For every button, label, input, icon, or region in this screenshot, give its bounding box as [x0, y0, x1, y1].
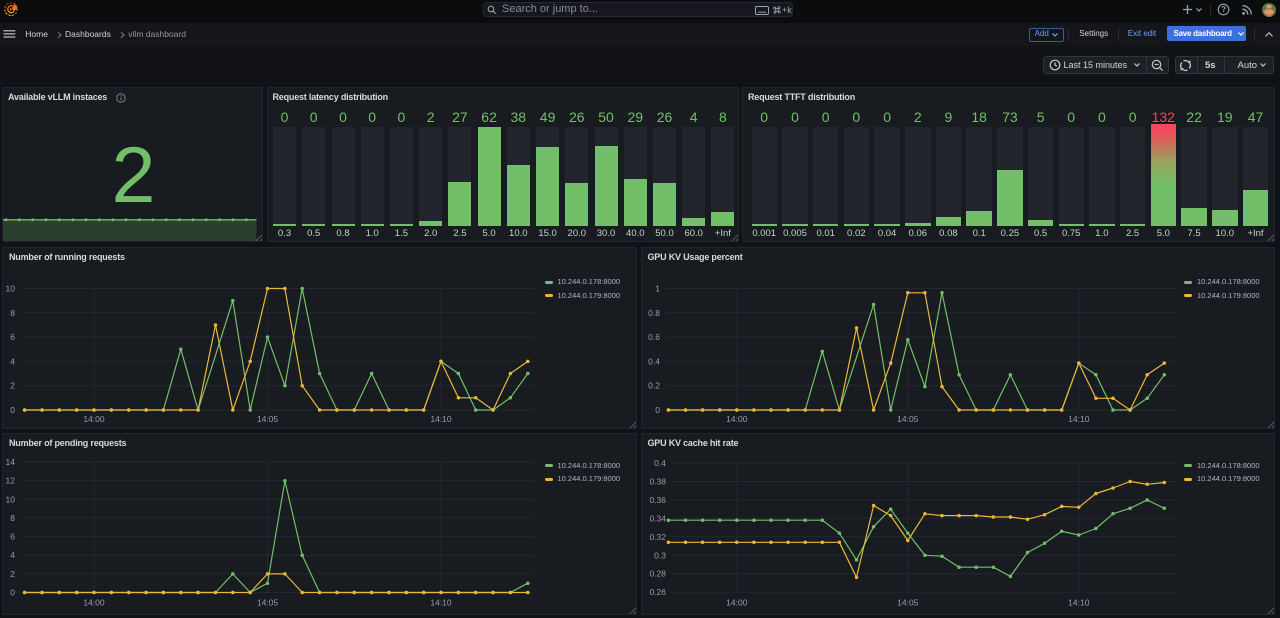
svg-text:14:10: 14:10	[1068, 597, 1090, 607]
svg-text:14:00: 14:00	[726, 597, 748, 607]
svg-text:6: 6	[10, 531, 15, 541]
svg-text:14:05: 14:05	[257, 597, 279, 607]
svg-text:4: 4	[10, 550, 15, 560]
svg-text:14:10: 14:10	[1068, 414, 1090, 424]
svg-text:0.34: 0.34	[649, 513, 666, 523]
svg-text:14:10: 14:10	[430, 414, 452, 424]
svg-text:10: 10	[6, 494, 16, 504]
svg-text:14:05: 14:05	[257, 414, 279, 424]
svg-text:14:05: 14:05	[897, 597, 919, 607]
svg-text:2: 2	[10, 380, 15, 390]
svg-text:1: 1	[655, 283, 660, 293]
svg-text:0.3: 0.3	[654, 550, 666, 560]
svg-text:0: 0	[10, 405, 15, 415]
svg-text:0: 0	[655, 405, 660, 415]
svg-text:14: 14	[6, 457, 16, 467]
svg-text:14:00: 14:00	[83, 414, 105, 424]
svg-text:12: 12	[6, 475, 16, 485]
svg-text:0.38: 0.38	[649, 476, 666, 486]
svg-text:14:00: 14:00	[83, 597, 105, 607]
svg-text:0.36: 0.36	[649, 495, 666, 505]
svg-text:4: 4	[10, 356, 15, 366]
svg-text:0.6: 0.6	[648, 332, 660, 342]
svg-text:2: 2	[10, 568, 15, 578]
svg-text:0.28: 0.28	[649, 568, 666, 578]
svg-text:0.4: 0.4	[654, 458, 666, 468]
svg-text:0.26: 0.26	[649, 587, 666, 597]
svg-text:14:10: 14:10	[430, 597, 452, 607]
svg-text:0.4: 0.4	[648, 356, 660, 366]
svg-text:10: 10	[6, 283, 16, 293]
svg-text:14:00: 14:00	[726, 414, 748, 424]
svg-text:8: 8	[10, 512, 15, 522]
svg-text:0.2: 0.2	[648, 380, 660, 390]
svg-text:14:05: 14:05	[897, 414, 919, 424]
svg-text:8: 8	[10, 307, 15, 317]
svg-text:6: 6	[10, 332, 15, 342]
svg-text:0: 0	[10, 587, 15, 597]
svg-text:0.8: 0.8	[648, 307, 660, 317]
svg-text:0.32: 0.32	[649, 531, 666, 541]
